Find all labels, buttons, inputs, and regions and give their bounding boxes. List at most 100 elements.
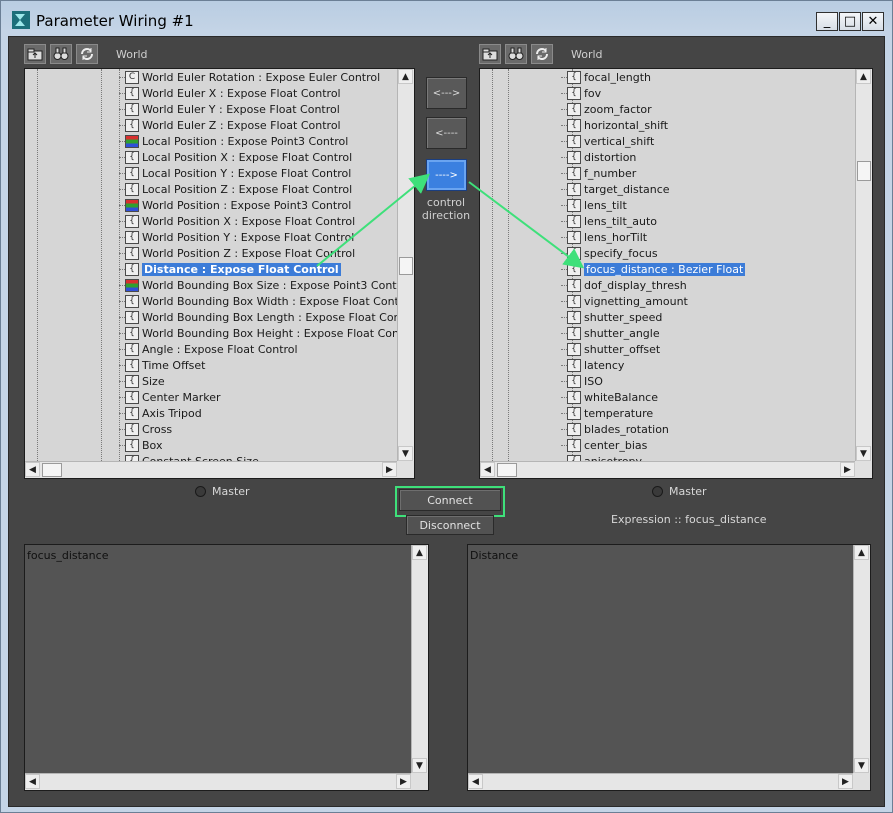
- right-find-button[interactable]: [505, 44, 527, 64]
- left-tree-item[interactable]: {World Euler X : Expose Float Control: [125, 85, 341, 101]
- right-tree-item[interactable]: {center_bias: [567, 437, 647, 453]
- left-tree-item[interactable]: {World Euler Z : Expose Float Control: [125, 117, 341, 133]
- right-tree-item[interactable]: {vertical_shift: [567, 133, 654, 149]
- left-tree-item[interactable]: {World Euler Y : Expose Float Control: [125, 101, 340, 117]
- scroll-up-arrow-icon[interactable]: ▲: [398, 69, 413, 84]
- connect-button[interactable]: Connect: [399, 489, 501, 511]
- left-parameter-tree[interactable]: C World Euler Rotation : Expose Euler Con…: [24, 68, 415, 479]
- scroll-right-arrow-icon[interactable]: ▶: [382, 462, 397, 477]
- left-tree-item[interactable]: {Local Position Y : Expose Float Control: [125, 165, 351, 181]
- right-master-radio[interactable]: Master: [652, 485, 707, 498]
- scroll-left-arrow-icon[interactable]: ◀: [25, 462, 40, 477]
- scroll-thumb[interactable]: [497, 463, 517, 477]
- left-tree-item[interactable]: {Constant Screen Size: [125, 453, 259, 461]
- left-tree-item[interactable]: World Position : Expose Point3 Control: [125, 197, 351, 213]
- left-tree-item[interactable]: C World Euler Rotation : Expose Euler Con…: [125, 69, 380, 85]
- left-tree-item[interactable]: {Local Position X : Expose Float Control: [125, 149, 352, 165]
- left-tree-item[interactable]: {World Bounding Box Width : Expose Float…: [125, 293, 397, 309]
- left-tree-item[interactable]: {World Position X : Expose Float Control: [125, 213, 355, 229]
- right-tree-vscrollbar[interactable]: ▲ ▼: [855, 69, 872, 461]
- right-tree-item[interactable]: {blades_rotation: [567, 421, 669, 437]
- right-tree-item[interactable]: {lens_tilt: [567, 197, 627, 213]
- left-tree-item[interactable]: {Size: [125, 373, 165, 389]
- right-tree-item[interactable]: {shutter_offset: [567, 341, 660, 357]
- right-tree-item[interactable]: {fov: [567, 85, 601, 101]
- right-to-left-direction-button[interactable]: <----: [426, 117, 467, 149]
- right-tree-item[interactable]: {shutter_speed: [567, 309, 662, 325]
- left-tree-item[interactable]: {Local Position Z : Expose Float Control: [125, 181, 352, 197]
- left-tree-item[interactable]: {Distance : Expose Float Control: [125, 261, 341, 277]
- scroll-thumb[interactable]: [399, 257, 413, 275]
- left-tree-item[interactable]: {Box: [125, 437, 162, 453]
- right-tree-item[interactable]: {shutter_angle: [567, 325, 660, 341]
- left-tree-item[interactable]: {World Bounding Box Length : Expose Floa…: [125, 309, 397, 325]
- scroll-thumb[interactable]: [42, 463, 62, 477]
- scroll-down-arrow-icon[interactable]: ▼: [854, 758, 869, 773]
- right-tree-item[interactable]: {anisotropy: [567, 453, 642, 461]
- left-tree-item[interactable]: {World Position Y : Expose Float Control: [125, 229, 354, 245]
- left-refresh-button[interactable]: [76, 44, 98, 64]
- right-expression-box[interactable]: Distance ▲ ▼ ◀ ▶: [467, 544, 871, 791]
- left-master-radio[interactable]: Master: [195, 485, 250, 498]
- left-tree-item[interactable]: {World Position Z : Expose Float Control: [125, 245, 355, 261]
- right-tree-item[interactable]: {f_number: [567, 165, 636, 181]
- scroll-thumb[interactable]: [857, 161, 871, 181]
- left-expr-hscrollbar[interactable]: ◀ ▶: [25, 773, 411, 790]
- left-tree-item[interactable]: {Angle : Expose Float Control: [125, 341, 298, 357]
- left-tree-vscrollbar[interactable]: ▲ ▼: [397, 69, 414, 461]
- left-tree-item[interactable]: {Center Marker: [125, 389, 221, 405]
- right-expr-vscrollbar[interactable]: ▲ ▼: [853, 545, 870, 773]
- scroll-right-arrow-icon[interactable]: ▶: [838, 774, 853, 789]
- scroll-left-arrow-icon[interactable]: ◀: [480, 462, 495, 477]
- left-tree-item[interactable]: {Cross: [125, 421, 172, 437]
- right-tree-item[interactable]: {specify_focus: [567, 245, 658, 261]
- left-expr-vscrollbar[interactable]: ▲ ▼: [411, 545, 428, 773]
- right-tree-item[interactable]: {whiteBalance: [567, 389, 658, 405]
- disconnect-button[interactable]: Disconnect: [406, 515, 494, 535]
- scroll-right-arrow-icon[interactable]: ▶: [840, 462, 855, 477]
- scroll-down-arrow-icon[interactable]: ▼: [398, 446, 413, 461]
- right-tree-item[interactable]: {latency: [567, 357, 624, 373]
- left-tree-hscrollbar[interactable]: ◀ ▶: [25, 461, 397, 478]
- right-tree-item-label: dof_display_thresh: [584, 278, 687, 292]
- maximize-button[interactable]: □: [839, 12, 861, 31]
- left-tree-item[interactable]: {Axis Tripod: [125, 405, 202, 421]
- right-tree-item[interactable]: {distortion: [567, 149, 636, 165]
- two-way-direction-button[interactable]: <--->: [426, 77, 467, 109]
- title-bar[interactable]: Parameter Wiring #1 _ □ ✕: [1, 1, 892, 35]
- right-tree-item[interactable]: {dof_display_thresh: [567, 277, 687, 293]
- right-expr-hscrollbar[interactable]: ◀ ▶: [468, 773, 853, 790]
- right-tree-item[interactable]: {lens_horTilt: [567, 229, 647, 245]
- right-refresh-button[interactable]: [531, 44, 553, 64]
- right-tree-item[interactable]: {lens_tilt_auto: [567, 213, 657, 229]
- right-up-level-button[interactable]: [479, 44, 501, 64]
- left-find-button[interactable]: [50, 44, 72, 64]
- right-tree-item[interactable]: {target_distance: [567, 181, 670, 197]
- left-tree-item[interactable]: {World Bounding Box Height : Expose Floa…: [125, 325, 397, 341]
- scroll-up-arrow-icon[interactable]: ▲: [412, 545, 427, 560]
- right-tree-item[interactable]: {ISO: [567, 373, 603, 389]
- scroll-left-arrow-icon[interactable]: ◀: [468, 774, 483, 789]
- right-tree-item[interactable]: {zoom_factor: [567, 101, 652, 117]
- right-tree-item[interactable]: {vignetting_amount: [567, 293, 688, 309]
- close-button[interactable]: ✕: [862, 12, 884, 31]
- scroll-left-arrow-icon[interactable]: ◀: [25, 774, 40, 789]
- scroll-down-arrow-icon[interactable]: ▼: [412, 758, 427, 773]
- scroll-down-arrow-icon[interactable]: ▼: [856, 446, 871, 461]
- scroll-right-arrow-icon[interactable]: ▶: [396, 774, 411, 789]
- left-tree-item[interactable]: {Time Offset: [125, 357, 205, 373]
- minimize-button[interactable]: _: [816, 12, 838, 31]
- left-expression-box[interactable]: focus_distance ▲ ▼ ◀ ▶: [24, 544, 429, 791]
- left-up-level-button[interactable]: [24, 44, 46, 64]
- scroll-up-arrow-icon[interactable]: ▲: [856, 69, 871, 84]
- right-tree-item[interactable]: {temperature: [567, 405, 653, 421]
- right-parameter-tree[interactable]: {focal_length{fov{zoom_factor{horizontal…: [479, 68, 873, 479]
- left-to-right-direction-button[interactable]: ---->: [426, 159, 467, 191]
- scroll-up-arrow-icon[interactable]: ▲: [854, 545, 869, 560]
- right-tree-item[interactable]: {focal_length: [567, 69, 651, 85]
- right-tree-item[interactable]: {horizontal_shift: [567, 117, 668, 133]
- left-tree-item[interactable]: World Bounding Box Size : Expose Point3 …: [125, 277, 397, 293]
- right-tree-item[interactable]: {focus_distance : Bezier Float: [567, 261, 746, 277]
- right-tree-hscrollbar[interactable]: ◀ ▶: [480, 461, 855, 478]
- left-tree-item[interactable]: Local Position : Expose Point3 Control: [125, 133, 348, 149]
